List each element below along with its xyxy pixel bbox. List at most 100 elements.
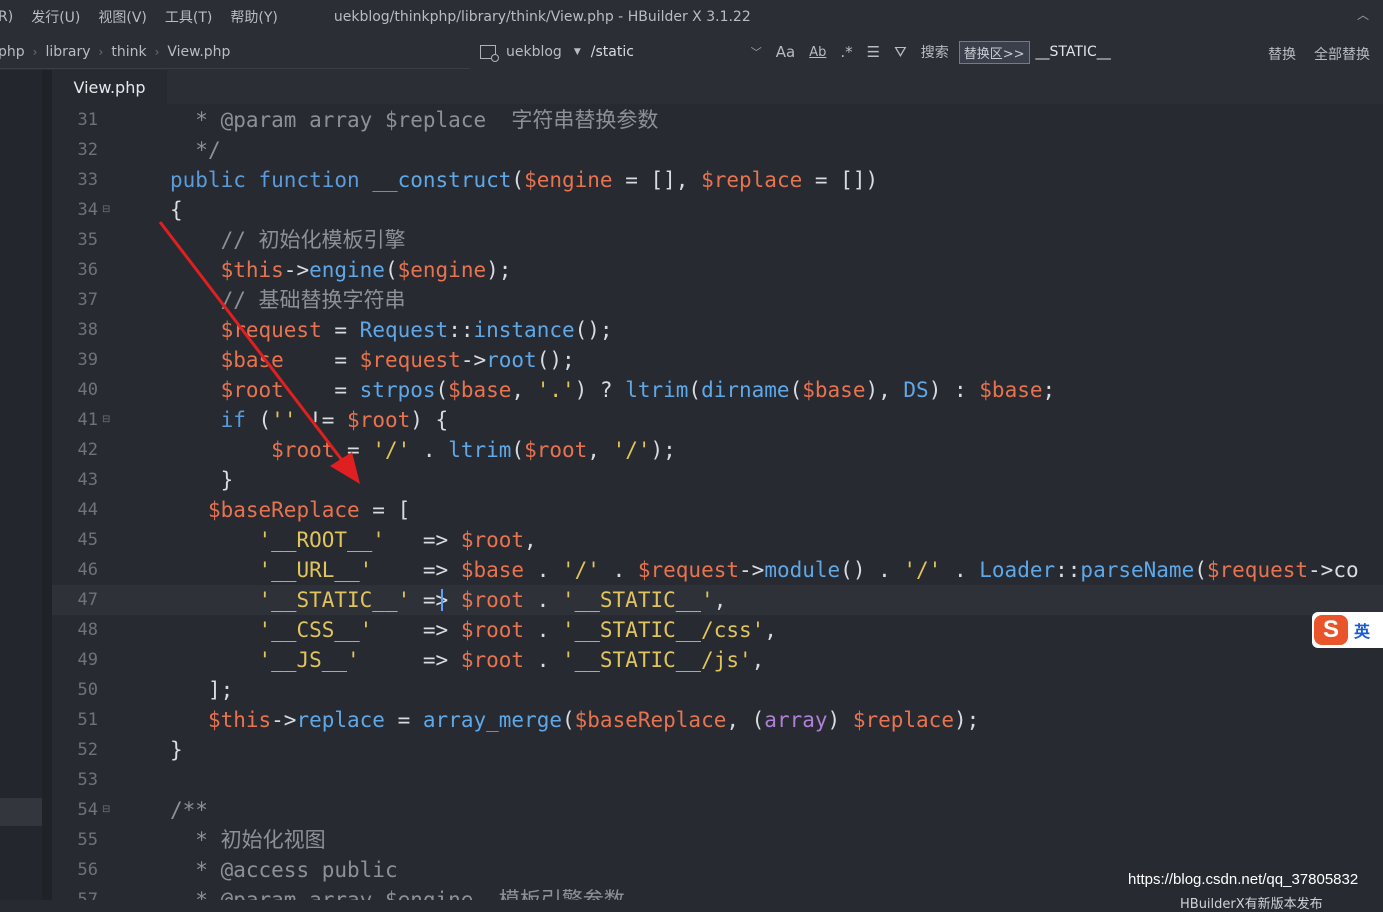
code-line[interactable]: 38 $request = Request::instance(); <box>52 315 1383 345</box>
menu-item-run[interactable]: R) <box>0 9 13 25</box>
menu-item-tools[interactable]: 工具(T) <box>165 7 212 27</box>
line-number: 32 <box>77 140 98 160</box>
code-line[interactable]: 37 // 基础替换字符串 <box>52 285 1383 315</box>
line-number: 37 <box>77 290 98 310</box>
tab-view-php[interactable]: View.php <box>52 70 167 104</box>
line-number: 46 <box>77 560 98 580</box>
chevron-down-icon[interactable]: ﹀ <box>751 44 762 60</box>
code-line[interactable]: 44 $baseReplace = [ <box>52 495 1383 525</box>
code-line[interactable]: 41 ⊟ if ('' != $root) { <box>52 405 1383 435</box>
fold-toggle-icon[interactable]: ⊟ <box>102 195 112 225</box>
code-text: '__ROOT__' => $root, <box>258 528 537 552</box>
code-line[interactable]: 33 public function __construct($engine = … <box>52 165 1383 195</box>
line-number: 34 <box>77 200 98 220</box>
regex-icon[interactable]: .* <box>840 43 852 61</box>
code-text: /** <box>170 798 208 822</box>
code-line[interactable]: 55 * 初始化视图 <box>52 825 1383 855</box>
code-editor[interactable]: 31 * @param array $replace 字符串替换参数 32 */3… <box>52 104 1383 900</box>
menu-item-help[interactable]: 帮助(Y) <box>230 7 277 27</box>
line-number: 38 <box>77 320 98 340</box>
breadcrumb-item-library[interactable]: library <box>45 44 90 60</box>
line-number: 48 <box>77 620 98 640</box>
watermark: https://blog.csdn.net/qq_37805832 <box>1128 871 1359 888</box>
line-number: 53 <box>77 770 98 790</box>
replace-all-button[interactable]: 全部替换 <box>1314 44 1370 64</box>
breadcrumb-item-thinkphp[interactable]: php <box>0 44 25 60</box>
code-line[interactable]: 42 $root = '/' . ltrim($root, '/'); <box>52 435 1383 465</box>
code-line[interactable]: 31 * @param array $replace 字符串替换参数 <box>52 105 1383 135</box>
menu-item-view[interactable]: 视图(V) <box>98 7 147 27</box>
line-number: 43 <box>77 470 98 490</box>
search-bar: uekblog ▼ /static ﹀ Aa Ab .* ☰ ⛛ 搜索 替换区>… <box>480 34 1206 70</box>
fold-toggle-icon[interactable]: ⊟ <box>102 405 112 435</box>
breadcrumb-item-think[interactable]: think <box>111 44 146 60</box>
code-text: '__URL__' => $base . '/' . $request->mod… <box>258 558 1359 582</box>
ime-language: 英 <box>1354 622 1371 641</box>
chevron-up-icon[interactable]: ︿ <box>1357 6 1369 23</box>
replace-input[interactable]: __STATIC__ <box>1036 44 1206 60</box>
chevron-right-icon: › <box>154 45 160 59</box>
code-text: $request = Request::instance(); <box>220 318 613 342</box>
caret-down-icon[interactable]: ▼ <box>574 47 581 57</box>
code-text: $baseReplace = [ <box>207 498 411 522</box>
code-line[interactable]: 54 ⊟ /** <box>52 795 1383 825</box>
ime-indicator[interactable]: S 英 <box>1312 612 1383 648</box>
filter-icon[interactable]: ⛛ <box>894 43 907 61</box>
breadcrumb-item-file[interactable]: View.php <box>167 44 230 60</box>
replace-toggle-button[interactable]: 替换区>> <box>958 40 1030 64</box>
line-number: 47 <box>77 590 98 610</box>
code-text: '__STATIC__' => $root . '__STATIC__', <box>258 588 727 612</box>
code-text: public function __construct($engine = []… <box>170 168 879 192</box>
update-notification[interactable]: HBuilderX有新版本发布 <box>1180 893 1323 912</box>
code-text: // 基础替换字符串 <box>220 288 406 312</box>
code-text: $this->engine($engine); <box>220 258 512 282</box>
code-line[interactable]: 53 <box>52 765 1383 795</box>
code-line[interactable]: 51 $this->replace = array_merge($baseRep… <box>52 705 1383 735</box>
line-number: 39 <box>77 350 98 370</box>
code-line[interactable]: 35 // 初始化模板引擎 <box>52 225 1383 255</box>
code-text: $root = strpos($base, '.') ? ltrim(dirna… <box>220 378 1056 402</box>
match-case-icon[interactable]: Aa <box>776 43 795 61</box>
chevron-right-icon: › <box>32 45 38 59</box>
line-number: 51 <box>77 710 98 730</box>
code-line[interactable]: 50 ]; <box>52 675 1383 705</box>
code-line[interactable]: 46 '__URL__' => $base . '/' . $request->… <box>52 555 1383 585</box>
code-text: if ('' != $root) { <box>220 408 449 432</box>
line-number: 44 <box>77 500 98 520</box>
search-button[interactable]: 搜索 <box>921 42 949 62</box>
code-line[interactable]: 52} <box>52 735 1383 765</box>
fold-toggle-icon[interactable]: ⊟ <box>102 795 112 825</box>
line-number: 40 <box>77 380 98 400</box>
code-line[interactable]: 32 */ <box>52 135 1383 165</box>
search-scope-project[interactable]: uekblog <box>506 44 562 60</box>
line-number: 55 <box>77 830 98 850</box>
replace-button[interactable]: 替换 <box>1268 44 1296 64</box>
code-line-current[interactable]: 47 '__STATIC__' => $root . '__STATIC__', <box>52 585 1383 615</box>
search-input[interactable]: /static <box>591 44 751 60</box>
code-text: */ <box>195 138 221 162</box>
line-number: 35 <box>77 230 98 250</box>
align-lines-icon[interactable]: ☰ <box>867 43 880 61</box>
code-text: $this->replace = array_merge($baseReplac… <box>207 708 980 732</box>
code-line[interactable]: 34 ⊟ { <box>52 195 1383 225</box>
code-line[interactable]: 45 '__ROOT__' => $root, <box>52 525 1383 555</box>
whole-word-icon[interactable]: Ab <box>809 45 826 60</box>
code-text: } <box>220 468 234 492</box>
code-line[interactable]: 39 $base = $request->root(); <box>52 345 1383 375</box>
code-line[interactable]: 40 $root = strpos($base, '.') ? ltrim(di… <box>52 375 1383 405</box>
code-text: $root = '/' . ltrim($root, '/'); <box>271 438 676 462</box>
code-text: * 初始化视图 <box>195 828 326 852</box>
line-number: 56 <box>77 860 98 880</box>
code-line[interactable]: 48 '__CSS__' => $root . '__STATIC__/css'… <box>52 615 1383 645</box>
line-number: 33 <box>77 170 98 190</box>
code-text: * @param array $replace 字符串替换参数 <box>195 108 659 132</box>
tab-bar-empty <box>167 70 1383 104</box>
line-number: 41 <box>77 410 98 430</box>
code-line[interactable]: 36 $this->engine($engine); <box>52 255 1383 285</box>
code-text: * @param array $engine 模板引擎参数 <box>195 888 625 900</box>
code-line[interactable]: 49 '__JS__' => $root . '__STATIC__/js', <box>52 645 1383 675</box>
line-number: 57 <box>77 890 98 900</box>
code-text: * @access public <box>195 858 398 882</box>
code-line[interactable]: 43 } <box>52 465 1383 495</box>
menu-item-publish[interactable]: 发行(U) <box>31 7 80 27</box>
